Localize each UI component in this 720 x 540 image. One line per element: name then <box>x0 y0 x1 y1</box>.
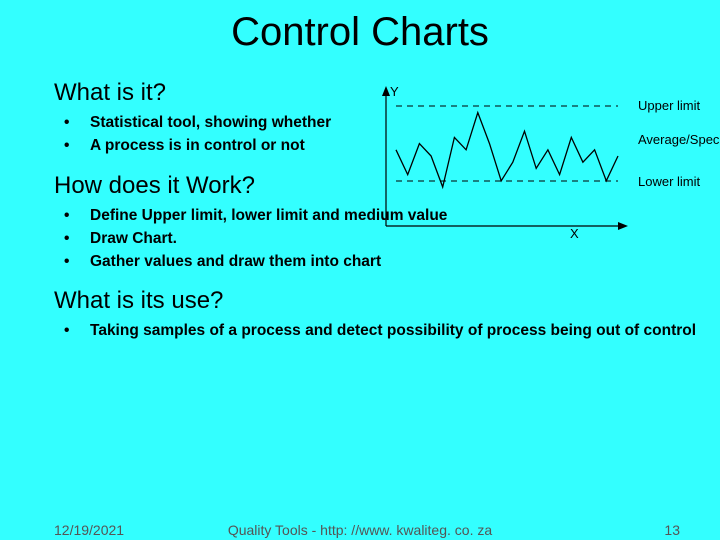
control-chart: Y X Upper limit Average/Spec Lower limit <box>374 86 706 236</box>
axis-label-x: X <box>570 226 579 241</box>
upper-limit-label: Upper limit <box>638 98 700 113</box>
lower-limit-label: Lower limit <box>638 174 700 189</box>
average-spec-label: Average/Spec <box>638 132 719 147</box>
list-item: Gather values and draw them into chart <box>54 250 720 273</box>
bullet-list-3: Taking samples of a process and detect p… <box>54 319 720 342</box>
slide-title: Control Charts <box>0 0 720 55</box>
footer-page-number: 13 <box>664 522 680 538</box>
footer-source: Quality Tools - http: //www. kwaliteg. c… <box>0 522 720 538</box>
section-heading-3: What is its use? <box>54 287 720 315</box>
slide: Control Charts What is it? Statistical t… <box>0 0 720 540</box>
control-chart-svg <box>374 86 634 236</box>
list-item: Taking samples of a process and detect p… <box>54 319 720 342</box>
axis-label-y: Y <box>390 84 399 99</box>
